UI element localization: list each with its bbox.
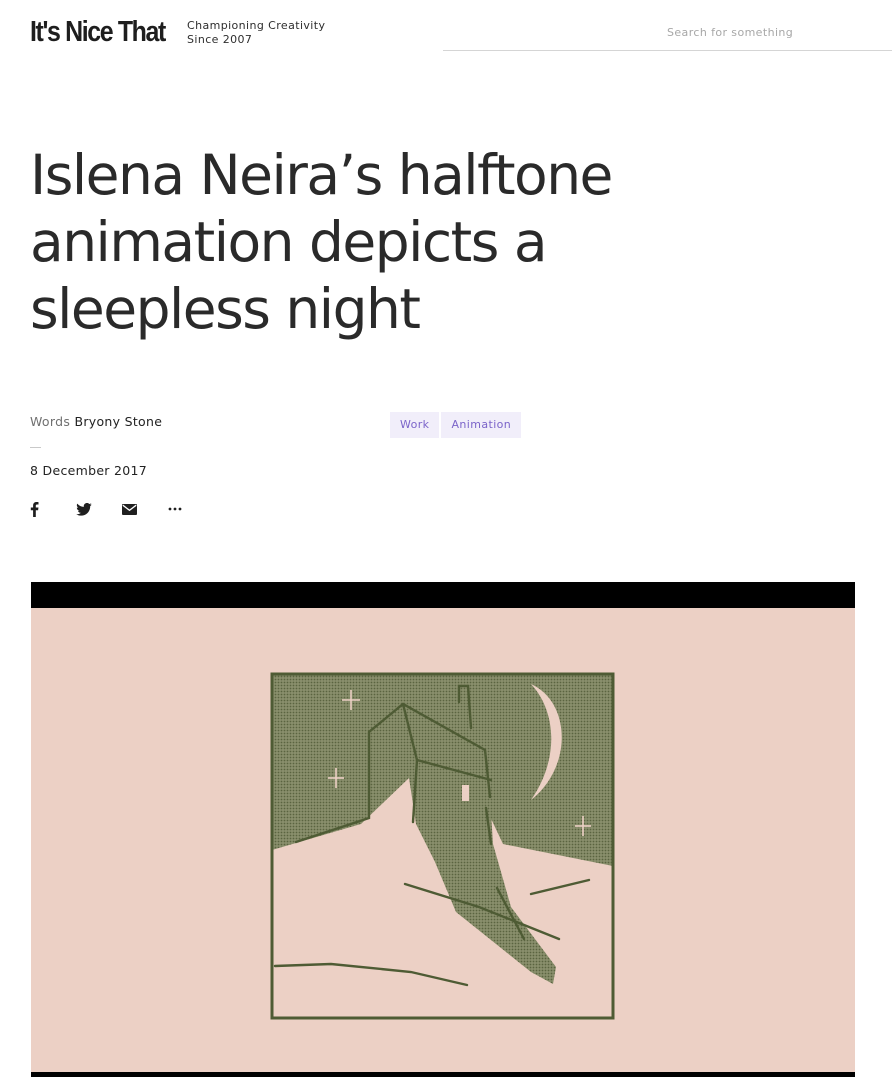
article-title: Islena Neira’s halftone animation depict… (30, 143, 613, 341)
site-logo[interactable]: It's Nice That (30, 14, 166, 50)
letterbox-bottom (31, 1072, 855, 1077)
animation-frame-illustration (270, 672, 615, 1020)
tagline-line-2: Since 2007 (187, 33, 253, 46)
facebook-icon[interactable] (30, 499, 76, 519)
tagline-line-1: Championing Creativity (187, 19, 326, 32)
more-icon[interactable] (168, 499, 214, 519)
search-box[interactable] (443, 14, 892, 51)
twitter-icon[interactable] (76, 499, 122, 519)
divider (30, 447, 41, 448)
author-link[interactable]: Bryony Stone (74, 414, 162, 429)
tag-work[interactable]: Work (390, 412, 440, 438)
tag-list: Work Animation (390, 412, 522, 438)
site-tagline: Championing Creativity Since 2007 (187, 19, 325, 47)
byline: Words Bryony Stone (30, 414, 162, 429)
tag-animation[interactable]: Animation (441, 412, 522, 438)
search-input[interactable] (443, 14, 892, 50)
publish-date: 8 December 2017 (30, 463, 148, 478)
email-icon[interactable] (122, 499, 168, 519)
byline-label: Words (30, 414, 71, 429)
animation-player[interactable] (31, 582, 855, 1077)
share-bar (30, 499, 214, 519)
